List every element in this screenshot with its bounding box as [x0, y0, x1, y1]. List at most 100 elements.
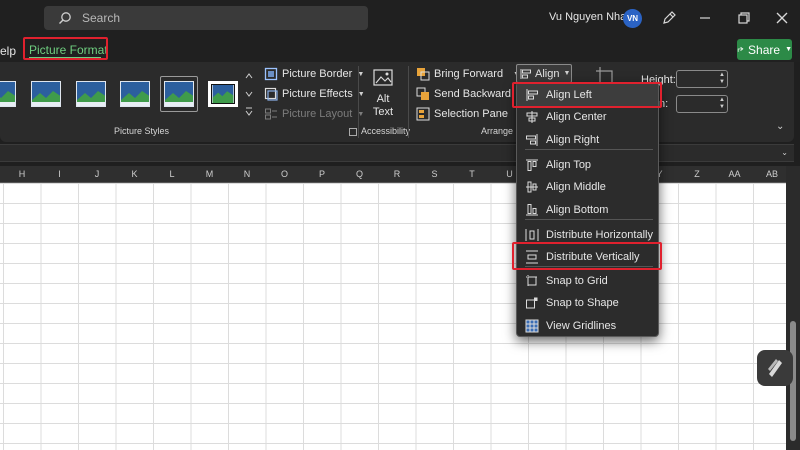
menu-item-label: Distribute Vertically: [546, 251, 640, 263]
column-header-s[interactable]: S: [431, 169, 437, 179]
restore-icon[interactable]: [736, 10, 752, 26]
align-right-icon: [526, 134, 538, 146]
pen-icon[interactable]: [661, 10, 677, 26]
search-icon: [59, 12, 71, 24]
picture-layout-label: Picture Layout: [282, 108, 353, 120]
menu-item-align-middle[interactable]: Align Middle: [517, 176, 658, 198]
menu-item-align-top[interactable]: Align Top: [517, 154, 658, 176]
search-box[interactable]: Search: [44, 6, 368, 30]
height-input[interactable]: ▲ ▼: [676, 70, 728, 88]
column-header-r[interactable]: R: [394, 169, 401, 179]
column-header-h[interactable]: H: [19, 169, 26, 179]
distribute-vertically-icon: [526, 250, 538, 264]
collapse-ribbon-icon[interactable]: ⌄: [776, 121, 784, 132]
align-bottom-icon: [526, 204, 538, 216]
snap-to-shape-icon: [526, 297, 538, 309]
menu-item-snap-to-shape[interactable]: Snap to Shape: [517, 292, 658, 314]
minimize-icon[interactable]: [697, 10, 713, 26]
menu-item-align-center[interactable]: Align Center: [517, 106, 658, 128]
column-header-t[interactable]: T: [469, 169, 475, 179]
snap-to-grid-icon: [526, 275, 538, 287]
menu-item-label: Align Left: [546, 89, 592, 101]
align-top-icon: [526, 159, 538, 171]
menu-item-view-gridlines[interactable]: View Gridlines: [517, 315, 658, 337]
bring-forward-icon: [417, 68, 430, 81]
gallery-scroll-control[interactable]: [243, 70, 255, 118]
copilot-button[interactable]: [757, 350, 793, 386]
menu-separator: [525, 219, 653, 220]
column-header-ab[interactable]: AB: [766, 169, 778, 179]
formula-bar[interactable]: ⌄: [0, 144, 794, 162]
send-backward-button[interactable]: Send Backward▼: [416, 87, 528, 101]
send-backward-label: Send Backward: [434, 88, 512, 100]
column-header-k[interactable]: K: [131, 169, 137, 179]
column-header-q[interactable]: Q: [356, 169, 363, 179]
avatar[interactable]: VN: [623, 9, 642, 28]
align-icon: [520, 68, 531, 79]
picture-style-thumb-5[interactable]: [164, 81, 194, 107]
width-label: n:: [659, 98, 669, 110]
menu-item-label: View Gridlines: [546, 320, 617, 332]
picture-border-label: Picture Border: [282, 68, 353, 80]
dialog-launcher-icon[interactable]: [349, 128, 357, 136]
column-header-p[interactable]: P: [319, 169, 325, 179]
menu-item-align-bottom[interactable]: Align Bottom: [517, 199, 658, 221]
selection-pane-icon: [416, 107, 430, 121]
worksheet-grid[interactable]: [0, 183, 786, 450]
column-header-m[interactable]: M: [206, 169, 214, 179]
column-header-n[interactable]: N: [244, 169, 251, 179]
tab-picture-format[interactable]: Picture Format: [29, 43, 108, 57]
picture-style-thumb-3[interactable]: [76, 81, 106, 107]
picture-layout-icon: [265, 108, 277, 120]
align-button[interactable]: Align ▼: [516, 64, 572, 83]
tab-help[interactable]: elp: [0, 44, 16, 58]
menu-item-align-right[interactable]: Align Right: [517, 129, 658, 151]
picture-style-thumb-2[interactable]: [31, 81, 61, 107]
alt-text-label-line1: Alt: [376, 93, 390, 105]
spinner-icon[interactable]: ▲ ▼: [719, 97, 725, 111]
column-header-i[interactable]: I: [58, 169, 61, 179]
menu-item-label: Distribute Horizontally: [546, 229, 653, 241]
vertical-scrollbar[interactable]: [786, 166, 800, 450]
picture-effects-button[interactable]: Picture Effects ▼: [264, 87, 365, 101]
menu-item-distribute-horizontally[interactable]: Distribute Horizontally: [517, 224, 658, 246]
column-header-u[interactable]: U: [506, 169, 513, 179]
column-header-z[interactable]: Z: [694, 169, 700, 179]
copilot-icon: [768, 359, 782, 377]
picture-effects-label: Picture Effects: [282, 88, 353, 100]
close-icon[interactable]: [774, 10, 790, 26]
column-header-o[interactable]: O: [281, 169, 288, 179]
menu-item-distribute-vertically[interactable]: Distribute Vertically: [517, 246, 658, 268]
width-input[interactable]: ▲ ▼: [676, 95, 728, 113]
selection-pane-button[interactable]: Selection Pane: [416, 107, 508, 121]
alt-text-button[interactable]: Alt Text: [368, 68, 398, 119]
menu-separator: [525, 266, 653, 267]
share-label: Share: [748, 42, 781, 57]
view-gridlines-icon: [525, 319, 539, 333]
selection-pane-label: Selection Pane: [434, 108, 508, 120]
share-button[interactable]: Share ▼: [737, 39, 792, 60]
picture-style-thumb-4[interactable]: [120, 81, 150, 107]
picture-style-thumb-1[interactable]: [0, 81, 16, 107]
picture-style-thumb-6[interactable]: [208, 81, 238, 107]
user-name: Vu Nguyen Nhat: [549, 11, 630, 23]
menu-separator: [525, 149, 653, 150]
chevron-down-icon[interactable]: ▼: [785, 46, 792, 53]
column-header-l[interactable]: L: [169, 169, 174, 179]
spinner-icon[interactable]: ▲ ▼: [719, 72, 725, 86]
chevron-down-icon[interactable]: ⌄: [781, 148, 788, 157]
group-separator: [408, 66, 409, 138]
search-placeholder: Search: [82, 11, 121, 25]
menu-item-snap-to-grid[interactable]: Snap to Grid: [517, 270, 658, 292]
alt-text-label-line2: Text: [372, 106, 394, 118]
group-label-arrange: Arrange: [481, 126, 514, 136]
menu-item-label: Align Bottom: [546, 204, 609, 216]
picture-border-button[interactable]: Picture Border ▼: [264, 67, 364, 81]
column-header-aa[interactable]: AA: [728, 169, 740, 179]
menu-item-align-left[interactable]: Align Left: [517, 84, 658, 106]
chevron-down-icon: ▼: [563, 70, 571, 77]
bring-forward-button[interactable]: Bring Forward▼: [416, 67, 520, 81]
picture-layout-button[interactable]: Picture Layout ▼: [264, 107, 364, 121]
title-bar: Search Vu Nguyen Nhat VN: [0, 0, 800, 36]
column-header-j[interactable]: J: [95, 169, 100, 179]
